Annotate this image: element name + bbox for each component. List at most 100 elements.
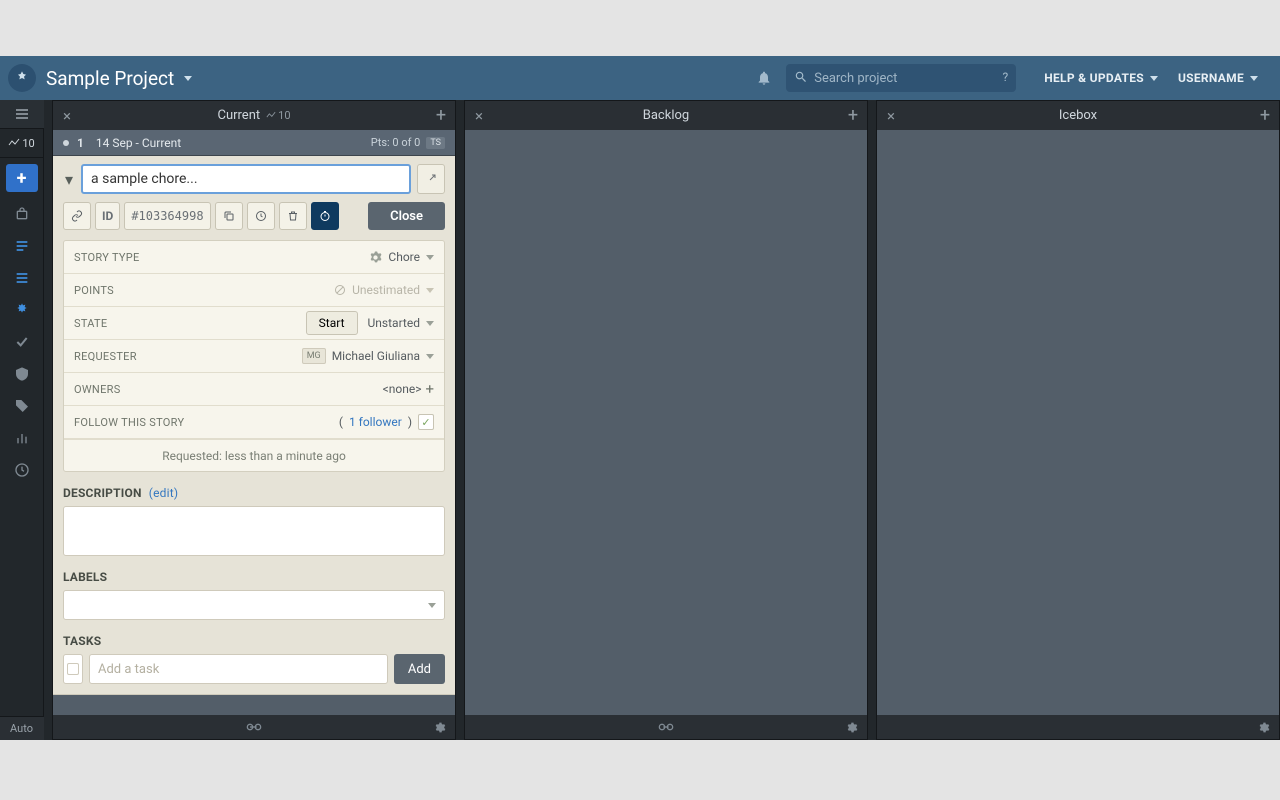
search-wrap: ? (786, 64, 1016, 92)
panel-body-backlog (465, 130, 867, 715)
iteration-date: 14 Sep - Current (96, 136, 371, 150)
search-input[interactable] (814, 71, 992, 86)
task-add-row: Add (63, 654, 445, 684)
meta-state-label: STATE (74, 317, 306, 330)
add-story-icon[interactable]: + (427, 105, 455, 126)
story-toolbar: ID #103364998 Close (63, 202, 445, 230)
follow-checkbox[interactable]: ✓ (418, 414, 434, 430)
iteration-dot-icon (63, 140, 69, 146)
panel-gear-icon[interactable] (1258, 721, 1271, 734)
iteration-number: 1 (77, 136, 84, 150)
icebox-panel-icon[interactable] (0, 294, 44, 326)
sidebar-toggle[interactable] (0, 100, 44, 129)
story-type-dropdown[interactable]: Chore (369, 250, 434, 264)
link-icon[interactable] (658, 722, 674, 732)
task-checkbox[interactable] (63, 654, 83, 684)
close-story-button[interactable]: Close (368, 202, 445, 230)
story-id-value[interactable]: #103364998 (124, 202, 210, 230)
add-story-icon[interactable]: + (839, 105, 867, 126)
requester-avatar: MG (302, 348, 326, 364)
close-panel-icon[interactable]: × (465, 107, 493, 125)
panel-title: Current (217, 108, 260, 123)
my-work-icon[interactable] (0, 198, 44, 230)
followers-link[interactable]: 1 follower (349, 415, 402, 429)
labels-dropdown[interactable] (63, 590, 445, 620)
story-title-input[interactable] (81, 164, 411, 194)
link-icon[interactable] (246, 722, 262, 732)
analytics-icon[interactable] (0, 422, 44, 454)
panel-velocity: 10 (266, 109, 290, 122)
team-strength-badge[interactable]: TS (426, 137, 445, 149)
panel-body-icebox (877, 130, 1279, 715)
history-icon[interactable] (0, 454, 44, 486)
project-dropdown[interactable]: Sample Project (46, 67, 192, 90)
meta-requester-label: REQUESTER (74, 350, 302, 363)
popout-story-icon[interactable] (417, 164, 445, 194)
clone-story-icon[interactable] (215, 202, 243, 230)
user-menu[interactable]: USERNAME (1178, 71, 1258, 85)
labels-section-label: LABELS (63, 570, 445, 584)
description-section-label: DESCRIPTION (edit) (63, 486, 445, 500)
state-dropdown[interactable]: Unstarted (368, 316, 434, 330)
iteration-points: Pts: 0 of 0 (371, 136, 421, 149)
history-story-icon[interactable] (247, 202, 275, 230)
close-panel-icon[interactable]: × (877, 107, 905, 125)
help-updates-menu[interactable]: HELP & UPDATES (1044, 71, 1158, 85)
requester-dropdown[interactable]: Michael Giuliana (332, 349, 434, 363)
collapse-story-icon[interactable]: ▾ (63, 164, 75, 194)
auto-mode-label[interactable]: Auto (0, 716, 44, 740)
search-help-icon[interactable]: ? (1003, 70, 1009, 84)
topbar: Sample Project ? HELP & UPDATES USERNAME (0, 56, 1280, 100)
meta-owners-label: OWNERS (74, 383, 383, 396)
chevron-down-icon (1250, 76, 1258, 81)
requested-time-label: Requested: less than a minute ago (64, 439, 444, 471)
panel-current: × Current 10 + 1 14 Sep - Current (52, 100, 456, 740)
panel-body-current: 1 14 Sep - Current Pts: 0 of 0 TS ▾ (53, 130, 455, 715)
stopwatch-story-icon[interactable] (311, 202, 339, 230)
chevron-down-icon (184, 76, 192, 81)
velocity-indicator[interactable]: 10 (0, 129, 44, 158)
edit-description-link[interactable]: (edit) (149, 486, 178, 500)
meta-story-type-label: STORY TYPE (74, 251, 369, 264)
add-owner-button[interactable]: + (425, 380, 434, 398)
search-icon (794, 70, 808, 84)
backlog-panel-icon[interactable] (0, 262, 44, 294)
close-panel-icon[interactable]: × (53, 107, 81, 125)
project-title: Sample Project (46, 67, 174, 90)
panel-icebox: × Icebox + (876, 100, 1280, 740)
add-story-icon[interactable]: + (1251, 105, 1279, 126)
panel-header-current: × Current 10 + (53, 101, 455, 130)
chevron-down-icon (1150, 76, 1158, 81)
add-task-button[interactable]: Add (394, 654, 445, 684)
meta-points-label: POINTS (74, 284, 334, 297)
panel-gear-icon[interactable] (846, 721, 859, 734)
done-panel-icon[interactable] (0, 326, 44, 358)
start-story-button[interactable]: Start (306, 311, 358, 335)
left-sidebar: 10 + Auto (0, 100, 44, 740)
panel-gear-icon[interactable] (434, 721, 447, 734)
delete-story-icon[interactable] (279, 202, 307, 230)
panel-footer-current (53, 715, 455, 739)
story-id-label: ID (95, 202, 120, 230)
add-story-button[interactable]: + (6, 164, 38, 192)
story-meta-table: STORY TYPE Chore POINTS Unest (63, 240, 445, 472)
blocked-panel-icon[interactable] (0, 358, 44, 390)
main-area: 10 + Auto × Current (0, 100, 1280, 740)
gear-icon (369, 251, 382, 264)
owners-value: <none> (383, 382, 422, 396)
task-input[interactable] (89, 654, 388, 684)
current-panel-icon[interactable] (0, 230, 44, 262)
notifications-bell-icon[interactable] (752, 70, 776, 86)
app-logo-icon[interactable] (8, 64, 36, 92)
description-box[interactable] (63, 506, 445, 556)
story-card-expanded: ▾ ID #103364998 (53, 156, 455, 695)
panels-container: × Current 10 + 1 14 Sep - Current (44, 100, 1280, 740)
tasks-section-label: TASKS (63, 634, 445, 648)
iteration-header: 1 14 Sep - Current Pts: 0 of 0 TS (53, 130, 455, 156)
app-root: Sample Project ? HELP & UPDATES USERNAME (0, 56, 1280, 740)
link-story-icon[interactable] (63, 202, 91, 230)
points-dropdown[interactable]: Unestimated (334, 283, 434, 297)
panel-title: Backlog (643, 108, 689, 123)
panel-title: Icebox (1059, 108, 1097, 123)
labels-panel-icon[interactable] (0, 390, 44, 422)
